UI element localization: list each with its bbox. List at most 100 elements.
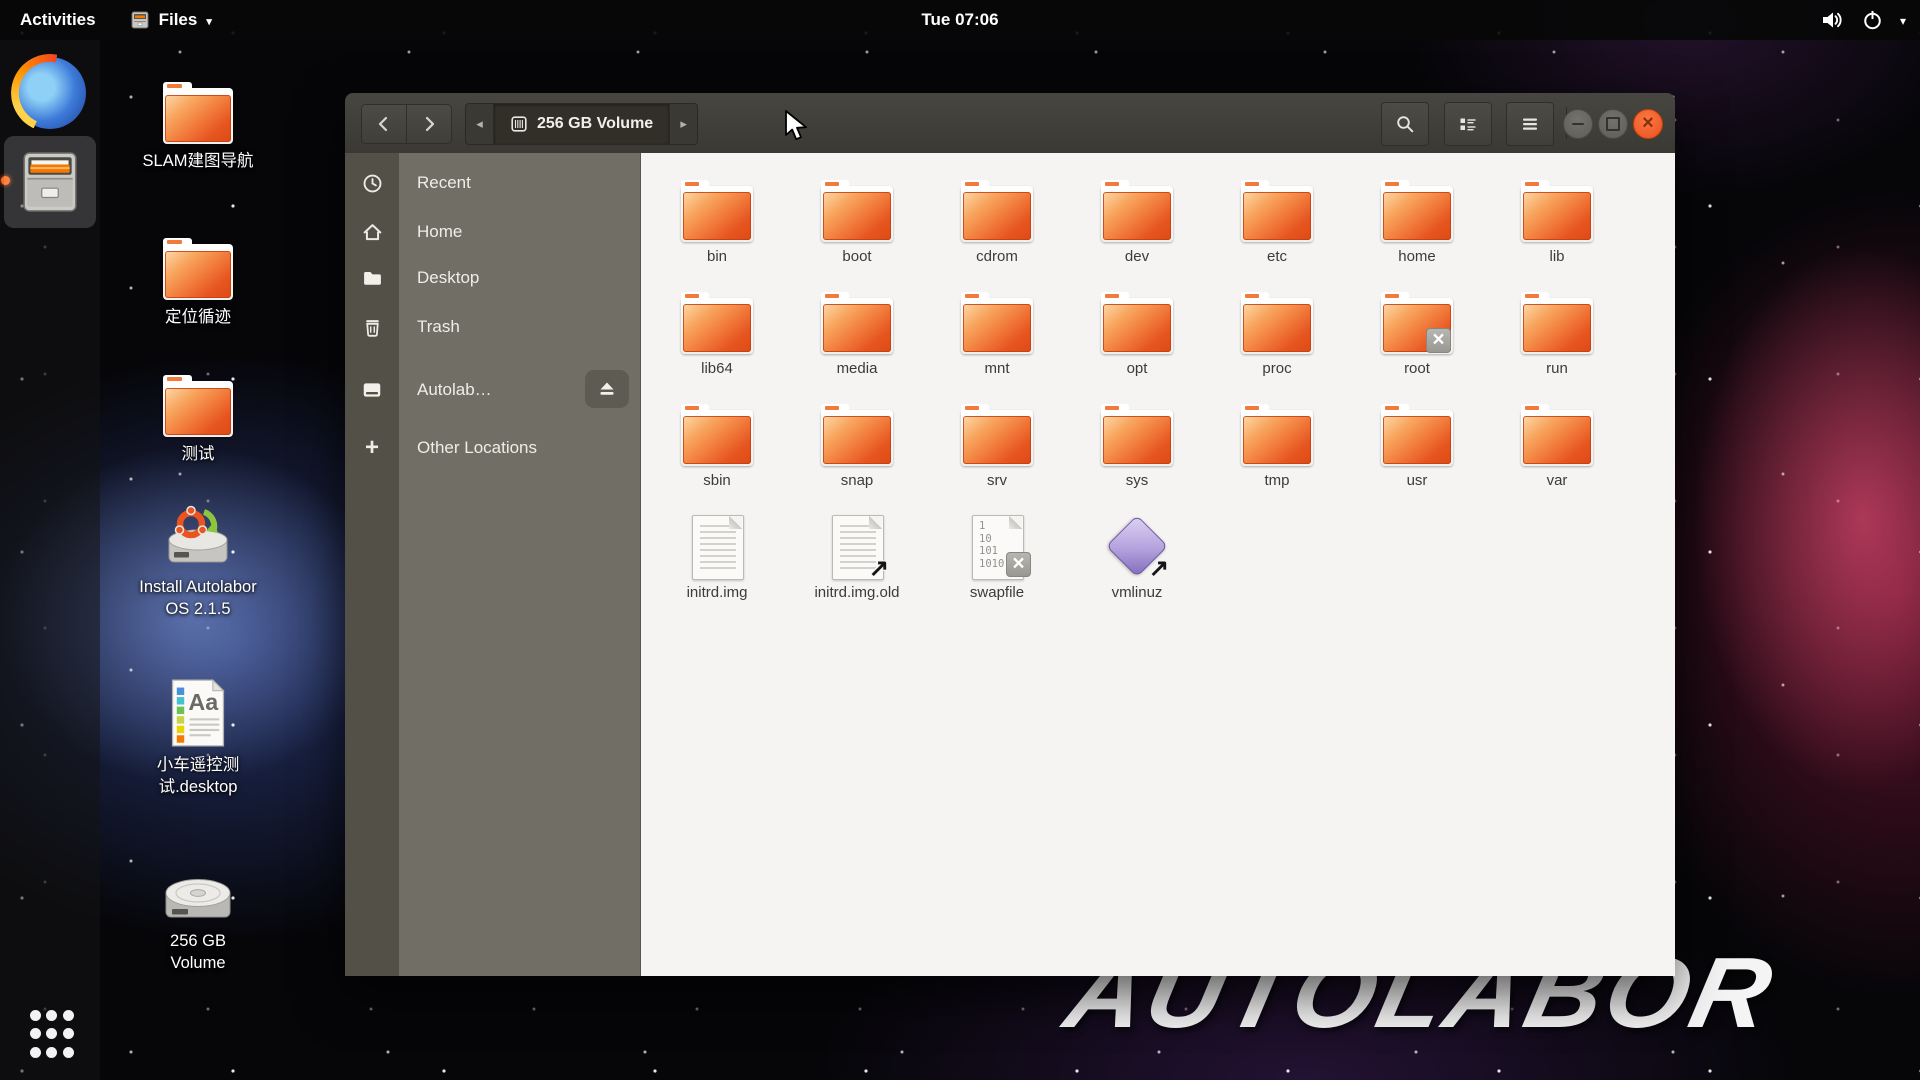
sidebar-item-desktop[interactable]: Desktop bbox=[345, 260, 641, 296]
close-button[interactable]: × bbox=[1633, 109, 1663, 139]
location-tab-256gb-volume[interactable]: 256 GB Volume bbox=[493, 104, 670, 144]
headerbar[interactable]: ◂ 256 GB Volume ▸ bbox=[345, 93, 1675, 154]
desktop-icon-install-autolabor[interactable]: Install Autolabor OS 2.1.5 bbox=[122, 504, 274, 621]
file-label: var bbox=[1547, 472, 1568, 491]
list-view-toggle-button[interactable] bbox=[1444, 102, 1492, 146]
file-label: sbin bbox=[703, 472, 731, 491]
file-item[interactable]: etc bbox=[1207, 179, 1347, 291]
emblem-icon: × bbox=[1426, 328, 1451, 353]
close-icon: × bbox=[1642, 113, 1654, 133]
system-status-area[interactable]: ▾ bbox=[1821, 0, 1906, 40]
file-item[interactable]: tmp bbox=[1207, 403, 1347, 515]
file-item[interactable]: media bbox=[787, 291, 927, 403]
list-view-icon bbox=[1458, 114, 1478, 134]
file-item[interactable]: mnt bbox=[927, 291, 1067, 403]
minimize-icon bbox=[1572, 123, 1584, 126]
search-button[interactable] bbox=[1381, 102, 1429, 146]
file-item[interactable]: home bbox=[1347, 179, 1487, 291]
file-item[interactable]: usr bbox=[1347, 403, 1487, 515]
path-next-icon[interactable]: ▸ bbox=[670, 104, 697, 144]
volume-drive-icon bbox=[510, 115, 528, 133]
desktop-icon-dingweixunji[interactable]: 定位循迹 bbox=[122, 238, 274, 329]
sidebar-item-home[interactable]: Home bbox=[345, 214, 641, 250]
file-icon bbox=[1237, 403, 1317, 467]
file-label: snap bbox=[841, 472, 874, 491]
file-label: usr bbox=[1407, 472, 1428, 491]
folder-icon bbox=[161, 238, 235, 300]
menu-button[interactable] bbox=[1506, 102, 1554, 146]
dock bbox=[0, 40, 100, 1080]
file-item[interactable]: sbin bbox=[647, 403, 787, 515]
file-label: initrd.img.old bbox=[814, 584, 899, 603]
file-icon bbox=[817, 179, 897, 243]
file-item[interactable]: bin bbox=[647, 179, 787, 291]
file-item[interactable]: dev bbox=[1067, 179, 1207, 291]
file-label: opt bbox=[1127, 360, 1148, 379]
desktop-icon-256gb-volume[interactable]: 256 GB Volume bbox=[122, 866, 274, 975]
file-item[interactable]: proc bbox=[1207, 291, 1347, 403]
file-item[interactable]: initrd.img bbox=[647, 515, 787, 627]
file-icon bbox=[1517, 291, 1597, 355]
file-item[interactable]: srv bbox=[927, 403, 1067, 515]
sidebar-item-label: Recent bbox=[417, 173, 471, 193]
clock[interactable]: Tue 07:06 bbox=[0, 0, 1920, 40]
maximize-button[interactable] bbox=[1598, 109, 1628, 139]
sidebar-item-other-locations[interactable]: + Other Locations bbox=[345, 430, 641, 466]
firefox-icon-swirl bbox=[11, 54, 89, 132]
plus-icon: + bbox=[345, 436, 399, 460]
eject-button[interactable] bbox=[585, 370, 629, 408]
sidebar-item-label: Autolab… bbox=[417, 380, 492, 400]
file-item[interactable]: var bbox=[1487, 403, 1627, 515]
desktop-icon-slam[interactable]: SLAM建图导航 bbox=[122, 82, 274, 173]
hard-disk-icon bbox=[159, 866, 237, 924]
sidebar: Recent Home Desktop Trash bbox=[345, 153, 641, 976]
trash-icon bbox=[345, 317, 399, 338]
path-prev-icon[interactable]: ◂ bbox=[466, 104, 493, 144]
file-item[interactable]: opt bbox=[1067, 291, 1207, 403]
file-item[interactable]: 1 10 101 1010 × swapfile bbox=[927, 515, 1067, 627]
file-icon bbox=[957, 403, 1037, 467]
emblem-icon: × bbox=[1006, 552, 1031, 577]
folder-icon bbox=[345, 268, 399, 289]
sidebar-item-trash[interactable]: Trash bbox=[345, 309, 641, 345]
file-item[interactable]: cdrom bbox=[927, 179, 1067, 291]
file-item[interactable]: ↗ initrd.img.old bbox=[787, 515, 927, 627]
sidebar-item-recent[interactable]: Recent bbox=[345, 165, 641, 201]
file-item[interactable]: lib bbox=[1487, 179, 1627, 291]
file-item[interactable]: sys bbox=[1067, 403, 1207, 515]
desktop-icon-label: 定位循迹 bbox=[165, 307, 231, 329]
location-tab-label: 256 GB Volume bbox=[537, 115, 653, 133]
file-label: etc bbox=[1267, 248, 1287, 267]
dock-item-firefox[interactable] bbox=[11, 54, 89, 132]
file-label: vmlinuz bbox=[1112, 584, 1163, 603]
file-item[interactable]: snap bbox=[787, 403, 927, 515]
window-controls: × bbox=[1563, 109, 1663, 139]
file-icon bbox=[677, 291, 757, 355]
file-icon bbox=[1517, 403, 1597, 467]
forward-button[interactable] bbox=[406, 105, 451, 143]
file-item[interactable]: run bbox=[1487, 291, 1627, 403]
activities-button[interactable]: Activities bbox=[0, 0, 116, 40]
files-app-icon bbox=[130, 10, 150, 30]
file-icon bbox=[1097, 403, 1177, 467]
minimize-button[interactable] bbox=[1563, 109, 1593, 139]
back-button[interactable] bbox=[362, 105, 406, 143]
file-item[interactable]: × root bbox=[1347, 291, 1487, 403]
text-file-icon: Aa bbox=[168, 678, 228, 748]
file-item[interactable]: boot bbox=[787, 179, 927, 291]
desktop-icon-ceshi[interactable]: 测试 bbox=[122, 375, 274, 466]
app-menu-button[interactable]: Files ▾ bbox=[116, 0, 226, 40]
file-view[interactable]: bin boot bbox=[641, 153, 1675, 976]
file-icon: 1 10 101 1010 × bbox=[957, 515, 1037, 579]
file-icon bbox=[1237, 291, 1317, 355]
file-icon bbox=[1377, 403, 1457, 467]
file-item[interactable]: lib64 bbox=[647, 291, 787, 403]
show-applications-button[interactable] bbox=[27, 1006, 77, 1062]
desktop-icon-label: SLAM建图导航 bbox=[143, 151, 254, 173]
desktop-icon-remote-test[interactable]: Aa 小车遥控测试.desktop bbox=[122, 678, 274, 799]
dock-item-files[interactable] bbox=[4, 136, 96, 228]
emblem-icon: ↗ bbox=[869, 557, 889, 581]
file-label: lib bbox=[1549, 248, 1564, 267]
drive-icon bbox=[345, 379, 399, 401]
file-item[interactable]: ↗ vmlinuz bbox=[1067, 515, 1207, 627]
